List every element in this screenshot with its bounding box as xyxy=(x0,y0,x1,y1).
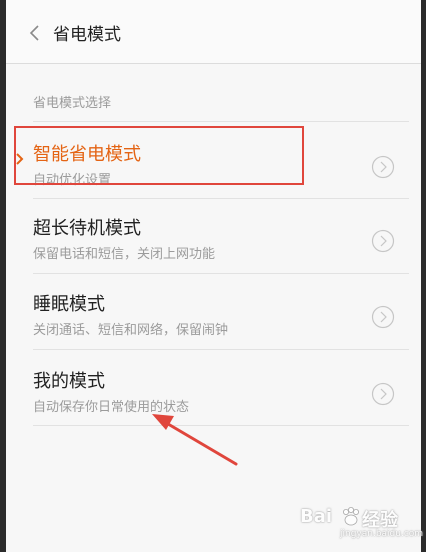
page-title: 省电模式 xyxy=(53,25,121,45)
mode-title: 超长待机模式 xyxy=(33,218,141,239)
watermark: Bai 经验 jingyan.baidu.com xyxy=(300,500,423,540)
right-frame-border xyxy=(421,0,426,552)
chevron-right-circle-icon[interactable] xyxy=(371,229,395,253)
watermark-text: Bai xyxy=(300,506,333,527)
back-chevron-icon[interactable] xyxy=(24,18,46,48)
chevron-right-circle-icon[interactable] xyxy=(371,305,395,329)
section-label: 省电模式选择 xyxy=(33,96,112,111)
mode-subtitle: 自动保存你日常使用的状态 xyxy=(33,400,190,415)
paw-logo-icon xyxy=(340,506,362,528)
divider xyxy=(33,273,409,274)
chevron-right-circle-icon[interactable] xyxy=(371,155,395,179)
divider xyxy=(33,349,409,350)
annotation-highlight-box xyxy=(14,126,304,185)
mode-item-custom[interactable]: 我的模式 自动保存你日常使用的状态 xyxy=(6,367,421,443)
watermark-url: jingyan.baidu.com xyxy=(340,529,424,539)
mode-item-long-standby[interactable]: 超长待机模式 保留电话和短信，关闭上网功能 xyxy=(6,214,421,290)
mode-subtitle: 关闭通话、短信和网络，保留闹钟 xyxy=(33,323,229,338)
mode-subtitle: 保留电话和短信，关闭上网功能 xyxy=(33,247,216,262)
mode-list-panel: 省电模式选择 智能省电模式 自动优化设置 超长待机模式 保留电话和短信，关闭上网… xyxy=(6,64,421,552)
divider xyxy=(33,198,409,199)
selected-marker-icon xyxy=(15,151,25,165)
divider xyxy=(33,425,409,426)
divider xyxy=(33,121,409,122)
mode-title: 睡眠模式 xyxy=(33,294,105,315)
mode-item-sleep[interactable]: 睡眠模式 关闭通话、短信和网络，保留闹钟 xyxy=(6,290,421,366)
header-bar: 省电模式 xyxy=(6,0,421,64)
mode-title: 我的模式 xyxy=(33,371,105,392)
chevron-right-circle-icon[interactable] xyxy=(371,382,395,406)
